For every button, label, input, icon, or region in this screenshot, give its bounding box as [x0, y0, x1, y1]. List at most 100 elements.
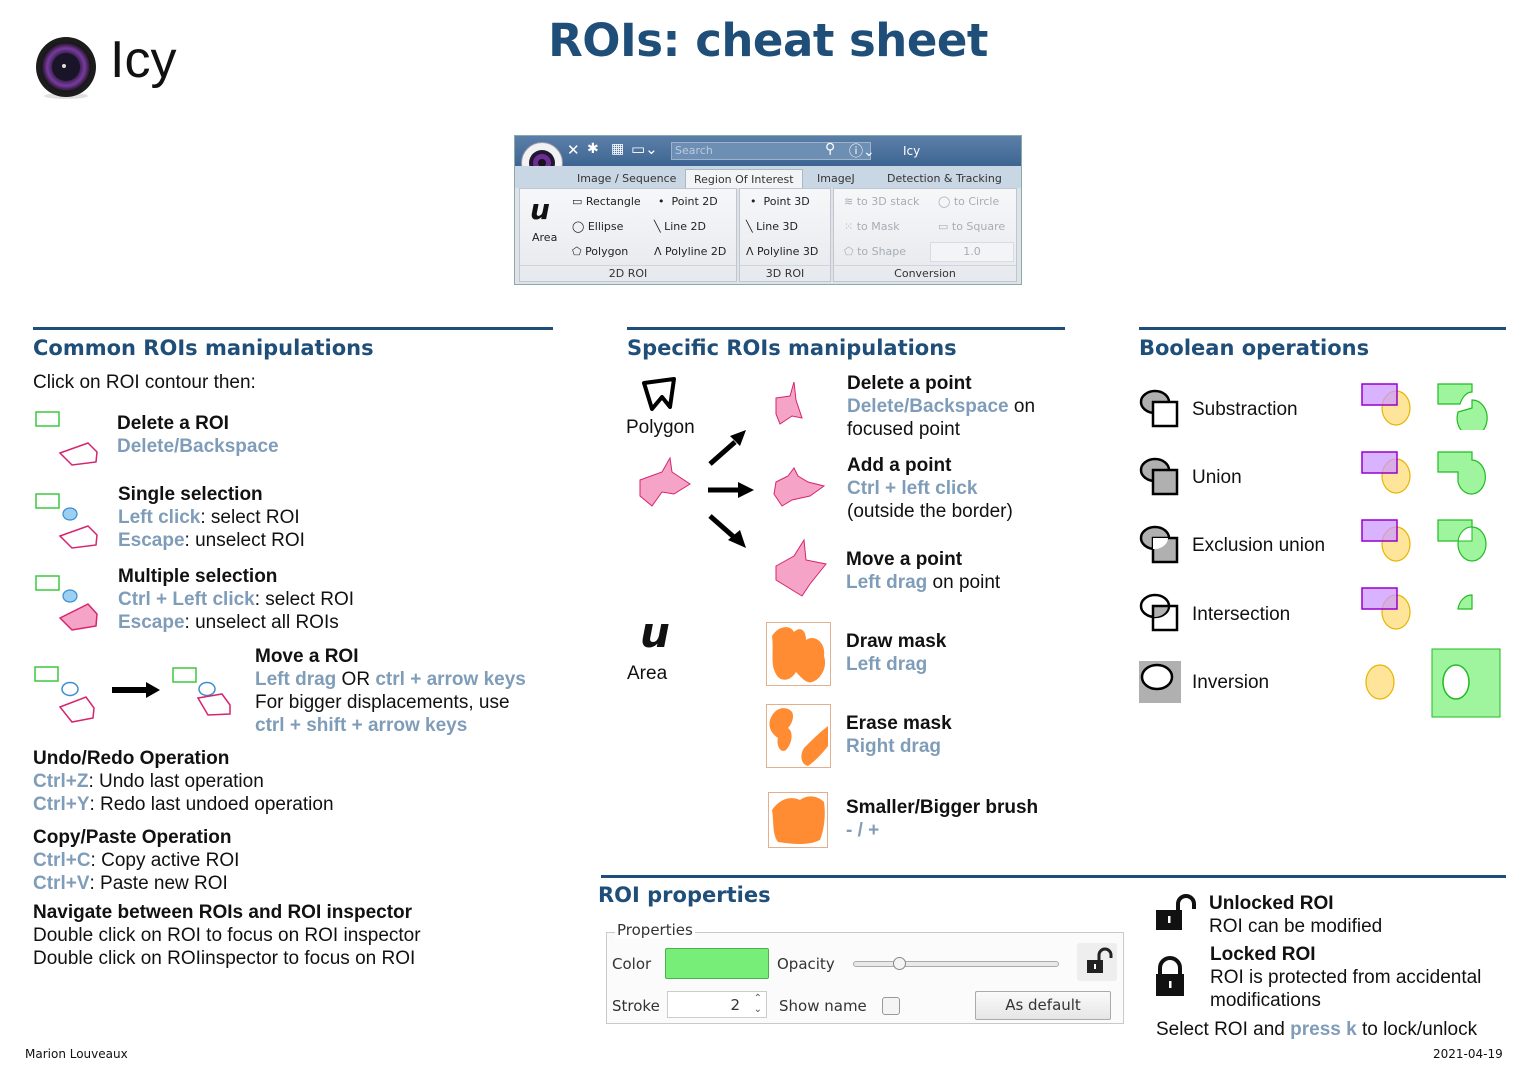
to-shape-button[interactable]: ⬠ to Shape — [844, 245, 906, 258]
locked-roi-desc2: modifications — [1210, 990, 1321, 1011]
polygon-tool[interactable]: ⬠ Polygon — [572, 245, 628, 258]
add-point-desc: (outside the border) — [847, 501, 1013, 522]
add-point-key: Ctrl + left click — [847, 478, 978, 499]
delete-roi-illustration — [35, 411, 98, 466]
tab-image-sequence[interactable]: Image / Sequence — [577, 169, 676, 188]
conversion-value-field[interactable]: 1.0 — [930, 242, 1014, 262]
line3d-tool[interactable]: ╲ Line 3D — [746, 220, 798, 233]
paste-key: Ctrl+V — [33, 873, 90, 894]
add-point-title: Add a point — [847, 455, 952, 476]
inversion-input-shape — [1365, 664, 1395, 700]
line2d-tool[interactable]: ╲ Line 2D — [654, 220, 706, 233]
substraction-result-shape — [1437, 383, 1488, 430]
unlocked-roi-block: Unlocked ROI ROI can be modified — [1209, 892, 1382, 938]
icy-ribbon: ✕ ✱ ▦ ▭⌄ Search ⚲ ⓘ⌄ Icy Image / Sequenc… — [514, 135, 1022, 285]
tools-icon[interactable]: ✕ — [567, 141, 580, 159]
ellipse-tool[interactable]: ◯ Ellipse — [572, 220, 623, 233]
show-name-checkbox[interactable] — [882, 997, 900, 1015]
move-roi-illustration — [34, 666, 231, 723]
polygon-operations-illustration — [639, 381, 827, 597]
color-swatch-button[interactable] — [665, 948, 769, 979]
multiple-selection-key2: Escape — [118, 612, 185, 633]
opacity-label: Opacity — [777, 955, 835, 973]
lock-toggle-button[interactable] — [1077, 943, 1117, 981]
multiple-selection-desc2: : unselect all ROIs — [184, 612, 339, 633]
substraction-icon — [1139, 389, 1179, 428]
multiple-selection-illustration — [35, 575, 98, 631]
delete-roi-key: Delete/Backspace — [117, 436, 279, 457]
area-tool-icon-large: u — [640, 608, 670, 657]
spinner-arrows-icon[interactable]: ⌃ ⌄ — [754, 993, 762, 1015]
to-mask-button[interactable]: ⁙ to Mask — [844, 220, 900, 233]
properties-section-rule — [601, 875, 1506, 878]
area-tool-label[interactable]: Area — [532, 231, 557, 244]
tab-detection-tracking[interactable]: Detection & Tracking — [887, 169, 1002, 188]
add-point-block: Add a point Ctrl + left click (outside t… — [847, 454, 1013, 523]
tab-region-of-interest[interactable]: Region Of Interest — [685, 169, 803, 188]
move-roi-title: Move a ROI — [255, 646, 359, 667]
group-2d-roi: u Area ▭ Rectangle • Point 2D ◯ Ellipse … — [519, 188, 737, 282]
to-square-button[interactable]: ▭ to Square — [938, 220, 1005, 233]
multiple-selection-line1: Ctrl + Left click: select ROI — [118, 588, 354, 611]
point2d-label: Point 2D — [671, 195, 718, 208]
move-roi-desc: For bigger displacements, use — [255, 692, 510, 713]
single-selection-desc2: : unselect ROI — [184, 530, 305, 551]
lock-hint-post: to lock/unlock — [1356, 1019, 1478, 1040]
intersection-input-shapes — [1361, 587, 1411, 630]
info-icon[interactable]: ⓘ⌄ — [849, 141, 875, 161]
ribbon-body: u Area ▭ Rectangle • Point 2D ◯ Ellipse … — [519, 188, 1017, 282]
polyline2d-tool[interactable]: ᐱ Polyline 2D — [654, 245, 726, 258]
plugin-icon[interactable]: ✱ — [587, 141, 599, 157]
exclusion-union-label: Exclusion union — [1192, 535, 1326, 556]
opacity-slider-thumb[interactable] — [892, 957, 906, 970]
navigate-line1: Double click on ROI to focus on ROI insp… — [33, 925, 421, 946]
lock-hint-pre: Select ROI and — [1156, 1019, 1291, 1040]
delete-point-line1: Delete/Backspace on — [847, 395, 1035, 418]
brush-size-title: Smaller/Bigger brush — [846, 797, 1039, 818]
line2d-label: Line 2D — [664, 220, 707, 233]
move-point-key: Left drag — [846, 572, 928, 593]
exclusion-union-result-shape — [1437, 519, 1487, 562]
redo-key: Ctrl+Y — [33, 794, 90, 815]
rectangle-tool[interactable]: ▭ Rectangle — [572, 195, 641, 208]
union-result-shape — [1437, 451, 1486, 495]
intersection-result-shape — [1457, 594, 1473, 610]
specific-section-rule — [627, 327, 1065, 330]
substraction-input-shapes — [1361, 383, 1411, 426]
move-roi-line1: Left drag OR ctrl + arrow keys — [255, 668, 526, 691]
search-icon[interactable]: ⚲ — [825, 141, 835, 157]
to-3d-stack-label: to 3D stack — [856, 195, 920, 208]
group-conversion: ≋ to 3D stack ◯ to Circle ⁙ to Mask ▭ to… — [833, 188, 1017, 282]
to-3d-stack-button[interactable]: ≋ to 3D stack — [844, 195, 919, 208]
single-selection-key1: Left click — [118, 507, 201, 528]
brush-size-illustration — [768, 792, 828, 848]
multiple-selection-desc1: : select ROI — [254, 589, 354, 610]
delete-roi-title: Delete a ROI — [117, 413, 229, 434]
opacity-slider-track[interactable] — [853, 957, 1059, 970]
point3d-tool[interactable]: • Point 3D — [750, 195, 810, 208]
single-selection-line1: Left click: select ROI — [118, 506, 305, 529]
move-roi-or: OR — [336, 669, 376, 690]
stroke-value: 2 — [730, 996, 740, 1014]
copy-paste-title: Copy/Paste Operation — [33, 827, 232, 848]
move-roi-key3: ctrl + shift + arrow keys — [255, 715, 468, 736]
area-tool-icon[interactable]: u — [530, 193, 550, 226]
union-input-shapes — [1361, 451, 1411, 494]
to-circle-button[interactable]: ◯ to Circle — [938, 195, 999, 208]
point2d-tool[interactable]: • Point 2D — [658, 195, 718, 208]
move-point-line: Left drag on point — [846, 571, 1000, 594]
tab-imagej[interactable]: ImageJ — [817, 169, 855, 188]
polyline3d-tool[interactable]: ᐱ Polyline 3D — [746, 245, 818, 258]
stroke-spinner[interactable]: 2 ⌃ ⌄ — [667, 991, 767, 1018]
window-icon[interactable]: ▭⌄ — [631, 140, 658, 158]
single-selection-block: Single selection Left click: select ROI … — [118, 483, 305, 552]
union-label: Union — [1192, 467, 1242, 488]
copy-line: Ctrl+C: Copy active ROI — [33, 849, 239, 872]
navigate-line2: Double click on ROIinspector to focus on… — [33, 948, 416, 969]
app-title: Icy — [903, 144, 921, 158]
as-default-button[interactable]: As default — [975, 991, 1111, 1020]
layout-icon[interactable]: ▦ — [611, 141, 624, 157]
brush-size-block: Smaller/Bigger brush - / + — [846, 796, 1038, 842]
delete-point-block: Delete a point Delete/Backspace on focus… — [847, 372, 1035, 441]
search-input[interactable]: Search — [671, 142, 871, 160]
